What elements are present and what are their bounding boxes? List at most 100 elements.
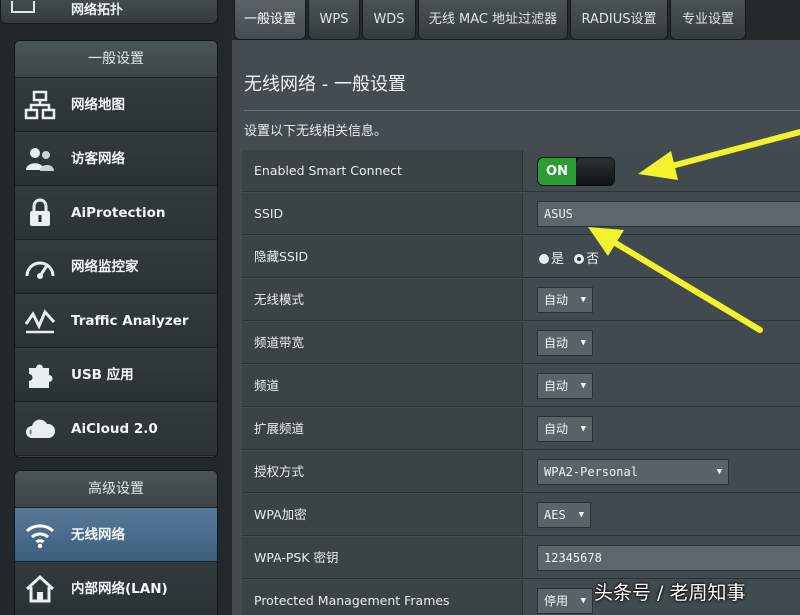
row-value: WPA2-Personal ▼ — [522, 451, 800, 492]
settings-row-hide-ssid: 隐藏SSID 是 否 — [242, 236, 800, 278]
home-icon — [25, 574, 55, 603]
settings-row-auth-method: 授权方式 WPA2-Personal ▼ — [242, 451, 800, 493]
settings-row-smart-connect: Enabled Smart Connect ON — [242, 150, 800, 192]
chevron-down-icon: ▼ — [578, 510, 584, 520]
row-value: 是 否 — [522, 236, 800, 277]
row-label: 频道 — [242, 365, 522, 406]
wpa-psk-input[interactable]: 12345678 — [537, 545, 800, 571]
select-value: AES — [544, 508, 566, 522]
advanced-settings-menu: 高级设置 无线网络 内部网络(LAN) — [14, 470, 218, 615]
sidebar-item-network-topology[interactable]: 网络拓扑 — [0, 0, 218, 24]
advanced-settings-title: 高级设置 — [15, 471, 217, 508]
sidebar-item-label: 无线网络 — [71, 527, 125, 543]
chevron-down-icon: ▼ — [580, 295, 586, 305]
settings-row-wpa-encryption: WPA加密 AES ▼ — [242, 494, 800, 536]
settings-row-bandwidth: 频道带宽 自动 ▼ — [242, 322, 800, 364]
sidebar-item-label: 网络地图 — [71, 97, 125, 113]
wifi-icon — [25, 524, 55, 549]
chevron-down-icon: ▼ — [580, 381, 586, 391]
tab-wps[interactable]: WPS — [308, 0, 360, 40]
sidebar-item-wireless[interactable]: 无线网络 — [15, 508, 217, 562]
chevron-down-icon: ▼ — [580, 424, 586, 434]
row-label: Protected Management Frames — [242, 580, 522, 615]
ssid-input[interactable]: ASUS — [537, 201, 800, 227]
settings-row-wpa-psk: WPA-PSK 密钥 12345678 — [242, 537, 800, 579]
tab-professional[interactable]: 专业设置 — [670, 0, 746, 40]
general-settings-menu: 一般设置 网络地图 访客网络 AiProtection 网络监控家 Traffi… — [14, 40, 218, 458]
sidebar-item-label: USB 应用 — [71, 367, 134, 383]
settings-row-ssid: SSID ASUS — [242, 193, 800, 235]
row-value: ASUS — [522, 193, 800, 234]
page-description: 设置以下无线相关信息。 — [244, 124, 388, 139]
watermark: 头条号 / 老周知事 — [594, 582, 746, 604]
sidebar-item-lan[interactable]: 内部网络(LAN) — [15, 562, 217, 615]
row-label: SSID — [242, 193, 522, 234]
ext-channel-select[interactable]: 自动 ▼ — [537, 416, 593, 442]
sidebar-item-label: 网络拓扑 — [71, 3, 124, 18]
row-label: WPA-PSK 密钥 — [242, 537, 522, 578]
wireless-mode-select[interactable]: 自动 ▼ — [537, 287, 593, 313]
select-value: 自动 — [544, 293, 569, 307]
sidebar-item-label: 内部网络(LAN) — [71, 581, 168, 597]
page-title: 无线网络 - 一般设置 — [244, 74, 406, 95]
puzzle-icon — [29, 364, 53, 388]
chevron-down-icon: ▼ — [716, 467, 722, 477]
select-value: 自动 — [544, 379, 569, 393]
settings-row-channel: 频道 自动 ▼ — [242, 365, 800, 407]
network-map-icon — [24, 90, 56, 120]
sidebar-item-guest-network[interactable]: 访客网络 — [15, 132, 217, 186]
sidebar-item-network-monitor[interactable]: 网络监控家 — [15, 240, 217, 294]
row-value: ON — [522, 150, 800, 191]
sidebar-item-label: 网络监控家 — [71, 259, 139, 275]
pmf-select[interactable]: 停用 ▼ — [537, 588, 593, 614]
row-label: Enabled Smart Connect — [242, 150, 522, 191]
sidebar-item-usb-application[interactable]: USB 应用 — [15, 348, 217, 402]
cloud-icon — [26, 419, 56, 438]
general-settings-title: 一般设置 — [15, 41, 217, 78]
row-value: 自动 ▼ — [522, 279, 800, 320]
hide-ssid-radio-group: 是 否 — [539, 248, 599, 267]
row-label: 扩展频道 — [242, 408, 522, 449]
row-value: AES ▼ — [522, 494, 800, 535]
smart-connect-toggle[interactable]: ON — [537, 157, 615, 186]
traffic-analyzer-icon — [24, 309, 56, 334]
router-icon — [11, 1, 35, 13]
sidebar-item-aiprotection[interactable]: AiProtection — [15, 186, 217, 240]
tab-wds[interactable]: WDS — [362, 0, 416, 40]
select-value: 自动 — [544, 336, 569, 350]
chevron-down-icon: ▼ — [580, 338, 586, 348]
wpa-encryption-select[interactable]: AES ▼ — [537, 502, 591, 528]
lock-icon — [30, 198, 50, 226]
select-value: WPA2-Personal — [544, 465, 638, 479]
settings-row-ext-channel: 扩展频道 自动 ▼ — [242, 408, 800, 450]
toggle-knob — [576, 158, 614, 185]
hide-ssid-no-radio[interactable] — [574, 254, 585, 264]
select-value: 停用 — [544, 594, 569, 608]
select-value: 自动 — [544, 422, 569, 436]
guest-network-icon — [26, 148, 54, 171]
sidebar-item-label: 访客网络 — [71, 151, 125, 167]
sidebar-item-traffic-analyzer[interactable]: Traffic Analyzer — [15, 294, 217, 348]
chevron-down-icon: ▼ — [580, 596, 586, 606]
tab-mac-filter[interactable]: 无线 MAC 地址过滤器 — [418, 0, 568, 40]
channel-select[interactable]: 自动 ▼ — [537, 373, 593, 399]
row-value: 12345678 — [522, 537, 800, 578]
title-divider — [244, 110, 800, 111]
sidebar-item-aicloud[interactable]: AiCloud 2.0 — [15, 402, 217, 456]
sidebar-item-network-map[interactable]: 网络地图 — [15, 78, 217, 132]
row-label: 无线模式 — [242, 279, 522, 320]
sidebar-item-label: Traffic Analyzer — [71, 313, 189, 329]
hide-ssid-yes-radio[interactable] — [539, 254, 549, 264]
sidebar-item-label: AiCloud 2.0 — [71, 421, 158, 437]
row-value: 自动 ▼ — [522, 365, 800, 406]
row-label: WPA加密 — [242, 494, 522, 535]
row-value: 自动 ▼ — [522, 408, 800, 449]
auth-method-select[interactable]: WPA2-Personal ▼ — [537, 459, 729, 485]
radio-no-label: 否 — [586, 252, 600, 267]
bandwidth-select[interactable]: 自动 ▼ — [537, 330, 593, 356]
row-label: 授权方式 — [242, 451, 522, 492]
tab-general[interactable]: 一般设置 — [234, 0, 306, 40]
tab-radius[interactable]: RADIUS设置 — [570, 0, 668, 40]
settings-row-wireless-mode: 无线模式 自动 ▼ — [242, 279, 800, 321]
row-label: 频道带宽 — [242, 322, 522, 363]
